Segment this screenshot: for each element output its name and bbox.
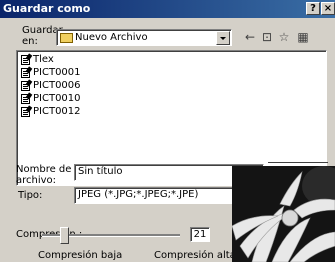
window-title: Guardar como xyxy=(3,2,91,15)
save-in-value: Nuevo Archivo xyxy=(75,32,148,43)
new-folder-icon[interactable]: ☆ xyxy=(276,30,292,44)
compression-low-label: Compresión baja xyxy=(38,250,123,261)
folder-icon xyxy=(60,33,73,43)
back-icon[interactable]: ← xyxy=(242,30,258,44)
up-folder-icon[interactable]: ⊡ xyxy=(259,30,275,44)
compression-value: 21 xyxy=(190,227,210,242)
title-bar: Guardar como ? × xyxy=(0,0,335,18)
filetype-label: Tipo: xyxy=(18,190,43,201)
document-icon xyxy=(21,81,30,91)
save-button-edge xyxy=(268,162,328,165)
help-button[interactable]: ? xyxy=(306,2,320,15)
filename-label: Nombre de archivo: xyxy=(16,164,72,186)
filetype-dropdown[interactable]: JPEG (*.JPG;*.JPEG;*.JPE) xyxy=(74,187,238,204)
compression-slider-thumb[interactable] xyxy=(60,227,69,244)
flower-photo xyxy=(232,166,335,262)
compression-high-label: Compresión alta xyxy=(154,250,236,261)
document-icon xyxy=(21,55,30,65)
chevron-down-icon[interactable] xyxy=(216,31,230,45)
view-menu-icon[interactable]: ▦ xyxy=(294,30,312,44)
save-in-dropdown[interactable]: Nuevo Archivo xyxy=(56,29,232,46)
close-button[interactable]: × xyxy=(321,2,335,15)
document-icon xyxy=(21,68,30,78)
document-icon xyxy=(21,107,30,117)
image-preview xyxy=(232,166,335,262)
save-in-label: Guardar en: xyxy=(22,25,63,47)
document-icon xyxy=(21,94,30,104)
